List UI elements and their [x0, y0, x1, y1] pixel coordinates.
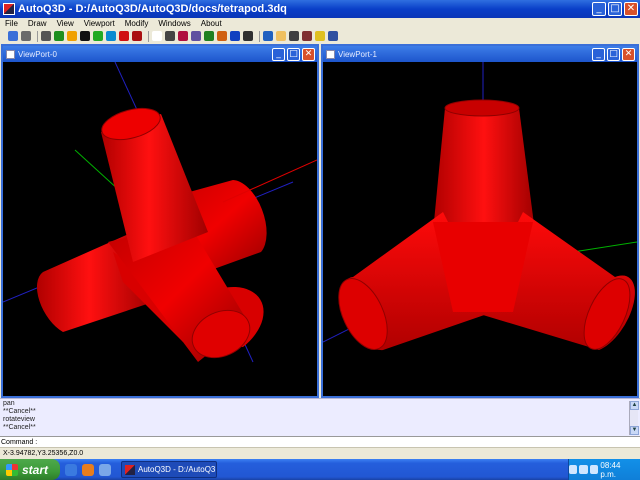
line-icon[interactable] — [54, 31, 64, 41]
start-button[interactable]: start — [0, 459, 60, 480]
open-icon[interactable] — [8, 31, 18, 41]
toolbar-separator — [148, 30, 149, 42]
select-icon[interactable] — [41, 31, 51, 41]
command-row: Command : — [0, 436, 640, 447]
autoq3d-window: AutoQ3D - D:/AutoQ3D/AutoQ3D/docs/tetrap… — [0, 0, 640, 480]
toolbar-separator — [37, 30, 38, 42]
tetrapod-top-end — [444, 99, 520, 117]
volume-icon[interactable] — [579, 465, 588, 474]
task-label: AutoQ3D - D:/AutoQ3... — [138, 465, 217, 474]
network-icon[interactable] — [569, 465, 578, 474]
pan-icon[interactable] — [276, 31, 286, 41]
system-tray: 08:44 p.m. — [568, 459, 640, 480]
erase-icon[interactable] — [178, 31, 188, 41]
viewport-0-titlebar: ViewPort-0 _ □ ✕ — [3, 46, 317, 62]
cut-icon[interactable] — [165, 31, 175, 41]
viewport-0[interactable]: ViewPort-0 _ □ ✕ — [1, 44, 319, 398]
viewport-1-titlebar: ViewPort-1 _ □ ✕ — [323, 46, 637, 62]
menu-viewport[interactable]: Viewport — [79, 19, 120, 28]
task-app-icon — [125, 464, 135, 475]
viewport-1-canvas[interactable] — [323, 62, 637, 396]
command-log: pan **Cancel** rotateview **Cancel** ▲ ▼ — [0, 398, 640, 436]
viewport-0-canvas[interactable] — [3, 62, 317, 396]
quick-launch-desktop-icon[interactable] — [99, 463, 111, 476]
zoom-icon[interactable] — [263, 31, 273, 41]
render-icon[interactable] — [230, 31, 240, 41]
circle-icon[interactable] — [80, 31, 90, 41]
start-label: start — [22, 462, 49, 477]
viewport-1[interactable]: ViewPort-1 _ □ ✕ — [321, 44, 639, 398]
axis-y-line — [572, 241, 637, 253]
snap-icon[interactable] — [315, 31, 325, 41]
explode-icon[interactable] — [243, 31, 253, 41]
command-log-line: pan — [3, 400, 15, 407]
measure-icon[interactable] — [302, 31, 312, 41]
command-log-line: **Cancel** — [3, 408, 36, 415]
cone-icon[interactable] — [119, 31, 129, 41]
minimize-button[interactable]: _ — [592, 2, 606, 16]
paste-icon[interactable] — [191, 31, 201, 41]
close-button[interactable]: ✕ — [624, 2, 638, 16]
window-title: AutoQ3D - D:/AutoQ3D/AutoQ3D/docs/tetrap… — [18, 3, 287, 15]
scroll-down-icon[interactable]: ▼ — [630, 426, 639, 435]
menu-about[interactable]: About — [196, 19, 227, 28]
quick-launch-firefox-icon[interactable] — [82, 463, 94, 476]
orbit-icon[interactable] — [289, 31, 299, 41]
command-log-line: rotateview — [3, 416, 35, 423]
cube-icon[interactable] — [132, 31, 142, 41]
viewport-icon — [6, 49, 15, 59]
clock: 08:44 p.m. — [600, 460, 621, 479]
security-icon[interactable] — [589, 465, 599, 474]
menu-file[interactable]: File — [0, 19, 23, 28]
toolbar — [0, 29, 640, 43]
command-log-scrollbar[interactable]: ▲ ▼ — [629, 401, 639, 435]
command-label: Command : — [1, 438, 38, 446]
viewport-0-minimize-button[interactable]: _ — [272, 47, 285, 61]
command-input[interactable] — [37, 437, 598, 447]
blank-icon[interactable] — [152, 31, 162, 41]
viewport-1-title: ViewPort-1 — [338, 49, 377, 59]
quick-launch-ie-icon[interactable] — [65, 463, 77, 476]
move-icon[interactable] — [204, 31, 214, 41]
status-bar: X-3.94782,Y3.25356,Z0.0 — [0, 447, 640, 459]
sphere-icon[interactable] — [93, 31, 103, 41]
viewport-0-title: ViewPort-0 — [18, 49, 57, 59]
viewport-0-close-button[interactable]: ✕ — [302, 47, 315, 61]
grid-icon[interactable] — [328, 31, 338, 41]
windows-flag-icon — [6, 463, 18, 476]
rotate-icon[interactable] — [217, 31, 227, 41]
curve-icon[interactable] — [67, 31, 77, 41]
save-icon[interactable] — [21, 31, 31, 41]
torus-icon[interactable] — [106, 31, 116, 41]
toolbar-separator — [259, 30, 260, 42]
menu-bar: File Draw View Viewport Modify Windows A… — [0, 18, 640, 29]
viewport-icon — [326, 49, 335, 59]
viewport-1-close-button[interactable]: ✕ — [622, 47, 635, 61]
viewport-1-minimize-button[interactable]: _ — [592, 47, 605, 61]
menu-modify[interactable]: Modify — [120, 19, 154, 28]
title-bar: AutoQ3D - D:/AutoQ3D/AutoQ3D/docs/tetrap… — [0, 0, 640, 18]
menu-windows[interactable]: Windows — [153, 19, 195, 28]
viewport-0-maximize-button[interactable]: □ — [287, 47, 300, 61]
viewport-1-maximize-button[interactable]: □ — [607, 47, 620, 61]
taskbar-task-autoq3d[interactable]: AutoQ3D - D:/AutoQ3... — [121, 461, 217, 478]
menu-view[interactable]: View — [52, 19, 79, 28]
scroll-up-icon[interactable]: ▲ — [630, 401, 639, 410]
maximize-button[interactable]: □ — [608, 2, 622, 16]
menu-draw[interactable]: Draw — [23, 19, 52, 28]
app-icon — [3, 3, 15, 15]
command-log-line: **Cancel** — [3, 424, 36, 431]
taskbar: start AutoQ3D - D:/AutoQ3... 08:44 p.m. — [0, 459, 640, 480]
tetrapod-top-leg — [433, 108, 535, 232]
